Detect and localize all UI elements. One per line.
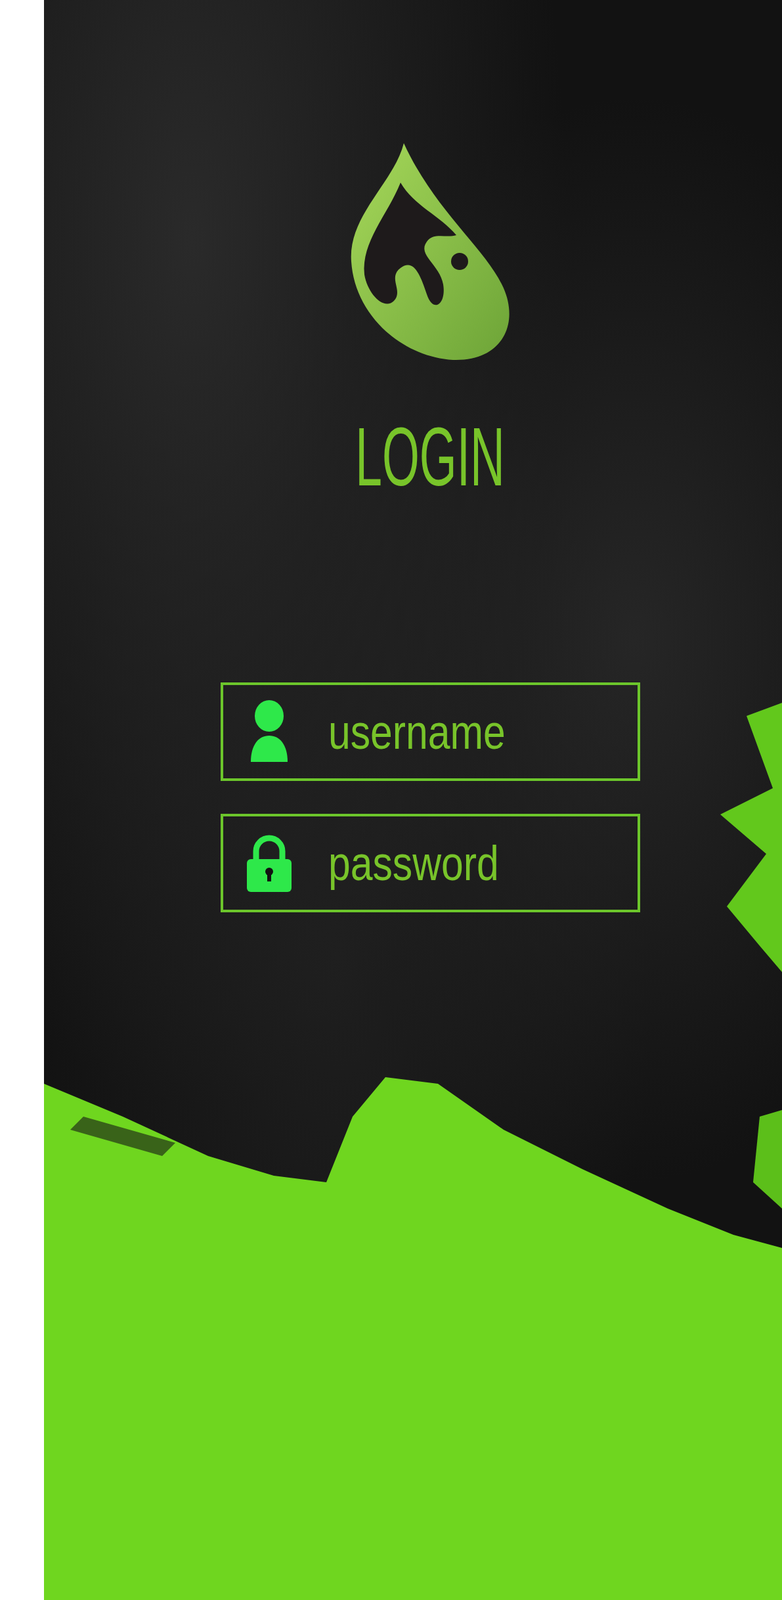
user-icon [242, 698, 296, 765]
username-input[interactable] [328, 703, 566, 760]
username-field[interactable] [220, 682, 641, 781]
login-title: LOGIN [355, 415, 505, 499]
password-input[interactable] [328, 835, 566, 891]
password-field[interactable] [220, 813, 641, 913]
lock-icon [242, 829, 296, 896]
logo-icon [347, 143, 513, 364]
